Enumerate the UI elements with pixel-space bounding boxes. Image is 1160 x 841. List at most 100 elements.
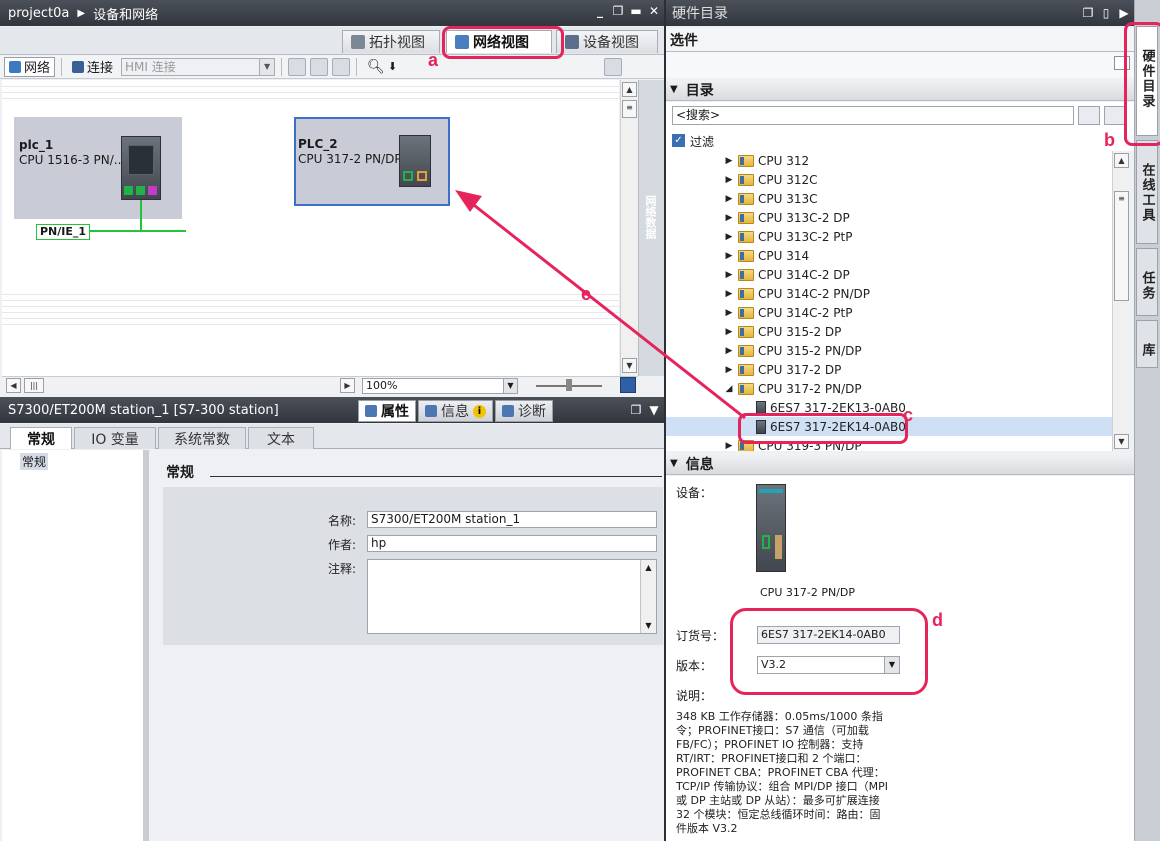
- caret-collapsed-icon[interactable]: ▶: [724, 308, 734, 318]
- name-field[interactable]: S7300/ET200M station_1: [367, 511, 657, 528]
- show-addresses-icon[interactable]: [310, 57, 329, 76]
- float-button[interactable]: ❐: [612, 4, 624, 18]
- station-plc-2[interactable]: PLC_2 CPU 317-2 PN/DP: [294, 117, 450, 206]
- catalog-item-label: CPU 313C-2 PtP: [758, 229, 853, 244]
- caret-collapsed-icon[interactable]: ▶: [724, 270, 734, 280]
- nav-item-general[interactable]: 常规: [20, 453, 49, 470]
- overview-icon[interactable]: [604, 58, 622, 76]
- catalog-item-label: CPU 314: [758, 248, 810, 263]
- close-button[interactable]: ✕: [648, 4, 660, 18]
- caret-collapsed-icon[interactable]: ▶: [724, 327, 734, 337]
- tab-system-constants[interactable]: 系统常数: [158, 427, 246, 449]
- caret-collapsed-icon[interactable]: ▶: [724, 232, 734, 242]
- canvas-vertical-scrollbar[interactable]: ▲ ≡ ▼: [620, 80, 638, 376]
- caret-collapsed-icon[interactable]: ▶: [724, 213, 734, 223]
- station-cpu: CPU 1516-3 PN/...: [19, 153, 126, 167]
- catalog-item-label: CPU 317-2 PN/DP: [758, 381, 862, 396]
- tab-general[interactable]: 常规: [10, 427, 72, 449]
- name-icon[interactable]: [288, 57, 307, 76]
- tab-topology-view[interactable]: 拓扑视图: [342, 30, 440, 53]
- section-divider: [210, 476, 662, 477]
- table-icon[interactable]: [332, 57, 351, 76]
- caret-collapsed-icon[interactable]: ▶: [724, 346, 734, 356]
- catalog-folder-item[interactable]: ◢ CPU 317-2 PN/DP: [666, 379, 1112, 398]
- hscroll-thumb[interactable]: |||: [24, 378, 44, 393]
- folder-icon: [738, 363, 754, 376]
- tab-diagnostics-label: 诊断: [518, 404, 546, 420]
- scroll-up-button[interactable]: ▲: [622, 82, 637, 97]
- catalog-folder-item[interactable]: ▶ CPU 314C-2 PN/DP: [666, 284, 1112, 303]
- tab-online-tools[interactable]: 在线工具: [1136, 140, 1158, 244]
- comment-scrollbar[interactable]: ▲ ▼: [640, 560, 656, 633]
- catalog-item-label: CPU 317-2 DP: [758, 362, 842, 377]
- catalog-folder-item[interactable]: ▶ CPU 314C-2 PtP: [666, 303, 1112, 322]
- minimize-button[interactable]: _: [594, 4, 606, 18]
- zoom-slider-handle[interactable]: [566, 379, 572, 391]
- tab-texts[interactable]: 文本: [248, 427, 314, 449]
- maximize-button[interactable]: ▬: [630, 4, 642, 18]
- scroll-thumb[interactable]: ≡: [622, 100, 637, 118]
- connections-button[interactable]: 连接: [68, 57, 117, 77]
- catalog-folder-item[interactable]: ▶ CPU 314C-2 DP: [666, 265, 1112, 284]
- network-canvas[interactable]: plc_1 CPU 1516-3 PN/... PN/IE_1 PLC_2 CP…: [2, 80, 619, 376]
- network-data-panel-toggle[interactable]: 网络数据: [638, 80, 665, 376]
- tab-io-tags[interactable]: IO 变量: [74, 427, 156, 449]
- float-button[interactable]: ❐: [1082, 6, 1094, 20]
- scroll-down-button[interactable]: ▼: [1114, 434, 1129, 449]
- caret-collapsed-icon[interactable]: ▶: [724, 156, 734, 166]
- zoom-select[interactable]: 100% ▼: [362, 378, 518, 394]
- author-field[interactable]: hp: [367, 535, 657, 552]
- catalog-folder-item[interactable]: ▶ CPU 317-2 DP: [666, 360, 1112, 379]
- overview-navigation-icon[interactable]: [620, 377, 636, 393]
- caret-collapsed-icon[interactable]: ▶: [724, 289, 734, 299]
- folder-icon: [738, 173, 754, 186]
- caret-collapsed-icon[interactable]: ▶: [724, 194, 734, 204]
- comment-field[interactable]: ▲ ▼: [367, 559, 657, 634]
- tab-tasks[interactable]: 任务: [1136, 248, 1158, 316]
- scroll-down-button[interactable]: ▼: [622, 358, 637, 373]
- station-name: PLC_2: [298, 137, 338, 151]
- subnet-label[interactable]: PN/IE_1: [36, 224, 91, 240]
- catalog-folder-item[interactable]: ▶ CPU 314: [666, 246, 1112, 265]
- expand-button[interactable]: ▶: [1118, 6, 1130, 20]
- tab-diagnostics[interactable]: 诊断: [495, 400, 553, 422]
- tab-libraries[interactable]: 库: [1136, 320, 1158, 368]
- scroll-right-button[interactable]: ▶: [340, 378, 355, 393]
- caret-collapsed-icon[interactable]: ▶: [724, 175, 734, 185]
- annotation-d: d: [932, 610, 943, 630]
- network-mode-button[interactable]: 网络: [4, 56, 56, 77]
- scroll-up-button[interactable]: ▲: [1114, 153, 1129, 168]
- scroll-thumb[interactable]: ≡: [1114, 191, 1129, 301]
- catalog-folder-item[interactable]: ▶ CPU 315-2 DP: [666, 322, 1112, 341]
- zoom-button[interactable]: 🔍︎ ⬇: [363, 57, 401, 77]
- catalog-folder-item[interactable]: ▶ CPU 313C-2 DP: [666, 208, 1112, 227]
- search-input[interactable]: <搜索>: [672, 106, 1074, 125]
- catalog-folder-item[interactable]: ▶ CPU 313C: [666, 189, 1112, 208]
- filter-label: 过滤: [690, 135, 715, 149]
- connection-type-select[interactable]: HMI 连接 ▼: [121, 57, 276, 76]
- pin-button[interactable]: ▯: [1100, 6, 1112, 20]
- collapse-button[interactable]: ▼: [648, 403, 660, 417]
- caret-collapsed-icon[interactable]: ▶: [724, 251, 734, 261]
- scroll-left-button[interactable]: ◀: [6, 378, 21, 393]
- float-button[interactable]: ❐: [630, 403, 642, 417]
- tab-properties[interactable]: 属性: [358, 400, 416, 422]
- tab-device-view[interactable]: 设备视图: [556, 30, 658, 53]
- station-plc-1[interactable]: plc_1 CPU 1516-3 PN/...: [14, 117, 182, 219]
- caret-collapsed-icon[interactable]: ▶: [724, 365, 734, 375]
- search-down-icon[interactable]: [1078, 106, 1100, 125]
- catalog-folder-item[interactable]: ▶ CPU 312C: [666, 170, 1112, 189]
- tab-info[interactable]: 信息 i: [418, 400, 493, 422]
- view-tabs: 拓扑视图 网络视图 设备视图: [0, 27, 664, 55]
- info-section-header[interactable]: ▼ 信息: [666, 453, 1134, 475]
- caret-expanded-icon[interactable]: ◢: [724, 384, 734, 394]
- catalog-section-header[interactable]: ▼ 目录: [666, 79, 1134, 101]
- search-up-icon[interactable]: [1104, 106, 1126, 125]
- catalog-folder-item[interactable]: ▶ CPU 312: [666, 151, 1112, 170]
- caret-collapsed-icon[interactable]: ▶: [724, 441, 734, 451]
- catalog-scrollbar[interactable]: ▲ ≡ ▼: [1112, 151, 1130, 451]
- catalog-folder-item[interactable]: ▶ CPU 315-2 PN/DP: [666, 341, 1112, 360]
- catalog-folder-item[interactable]: ▶ CPU 313C-2 PtP: [666, 227, 1112, 246]
- filter-checkbox[interactable]: ✓: [672, 134, 685, 147]
- properties-title: S7300/ET200M station_1 [S7-300 station]: [8, 402, 279, 418]
